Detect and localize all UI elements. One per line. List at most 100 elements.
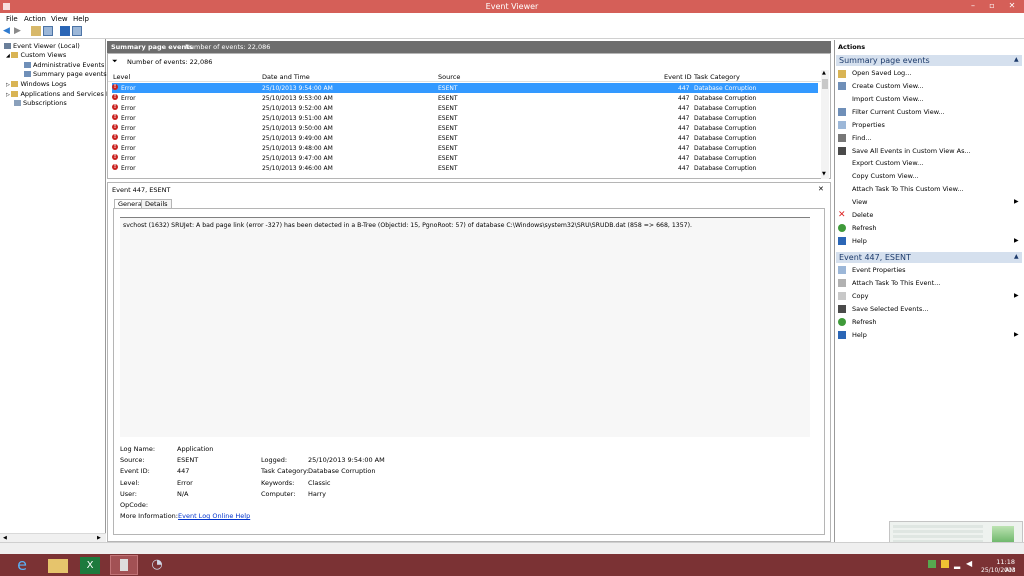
log-name-label: Log Name: [120,445,156,453]
table-row[interactable]: ! Error 25/10/2013 9:48:00 AM ESENT 447 … [112,143,818,153]
column-header-source[interactable]: Source [438,73,460,81]
close-button[interactable]: ✕ [1003,0,1021,13]
tree-item-subscriptions[interactable]: Subscriptions [14,99,67,107]
tree-item-admin-events[interactable]: Administrative Events [24,61,104,69]
keywords-label: Keywords: [261,479,295,487]
forward-arrow-icon[interactable]: ▶ [14,26,24,36]
menu-view[interactable]: View [51,15,68,23]
attach-task-icon [838,279,846,287]
column-header-category[interactable]: Task Category [694,73,740,81]
event-log-help-link[interactable]: Event Log Online Help [178,512,250,520]
detail-header: Event 447, ESENT ✕ [109,184,829,194]
detail-close-icon[interactable]: ✕ [818,185,824,193]
console-tree-icon[interactable] [43,26,53,36]
tree-item-windows-logs[interactable]: ▷ Windows Logs [6,80,67,88]
action-help[interactable]: Help [852,237,867,245]
filter-count: Number of events: 22,086 [127,58,213,66]
collapse-icon[interactable]: ▲ [1014,253,1019,260]
file-explorer-icon[interactable] [48,559,68,573]
network-icon[interactable]: ▂ [954,560,960,569]
action-filter-current-view[interactable]: Filter Current Custom View... [852,108,945,116]
table-row[interactable]: ! Error 25/10/2013 9:51:00 AM ESENT 447 … [112,113,818,123]
tree-item-summary[interactable]: Summary page events [24,70,107,78]
scroll-down-icon[interactable]: ▼ [822,171,826,177]
table-row[interactable]: ! Error 25/10/2013 9:53:00 AM ESENT 447 … [112,93,818,103]
action-help-event[interactable]: Help [852,331,867,339]
clock-date[interactable]: 25/10/2013 [981,567,1016,574]
filter-icon [24,71,31,77]
scroll-left-icon[interactable]: ◀ [3,535,7,541]
minimize-button[interactable]: – [965,0,981,13]
error-icon: ! [112,94,118,100]
tree-item-custom-views[interactable]: ◢ Custom Views [6,51,66,59]
action-refresh-event[interactable]: Refresh [852,318,877,326]
tree-horizontal-scrollbar[interactable]: ◀ ▶ [0,533,106,542]
folder-icon [11,52,19,58]
back-arrow-icon[interactable]: ◀ [3,26,13,36]
scroll-up-icon[interactable]: ▲ [822,70,826,76]
volume-icon[interactable]: ◀ [966,559,972,568]
action-attach-task-view[interactable]: Attach Task To This Custom View... [852,185,964,193]
table-row[interactable]: ! Error 25/10/2013 9:49:00 AM ESENT 447 … [112,133,818,143]
tree-item-apps-services[interactable]: ▷ Applications and Services Lo [6,90,113,98]
action-open-saved-log[interactable]: Open Saved Log... [852,69,911,77]
column-header-event-id[interactable]: Event ID [664,73,692,81]
action-attach-task-event[interactable]: Attach Task To This Event... [852,279,940,287]
actions-section-summary[interactable]: Summary page events ▲ [836,55,1022,66]
table-row[interactable]: ! Error 25/10/2013 9:50:00 AM ESENT 447 … [112,123,818,133]
event-message: svchost (1632) SRUJet: A bad page link (… [123,222,692,229]
column-header-row: Level Date and Time Source Event ID Task… [108,70,821,82]
action-view[interactable]: View [852,198,867,206]
table-row[interactable]: ! Error 25/10/2013 9:47:00 AM ESENT 447 … [112,153,818,163]
event-message-box[interactable]: svchost (1632) SRUJet: A bad page link (… [120,217,810,437]
source-value: ESENT [177,456,199,464]
maximize-button[interactable]: ▫ [984,0,1000,13]
computer-value: Harry [308,490,326,498]
action-pane-icon[interactable] [72,26,82,36]
keywords-value: Classic [308,479,331,487]
menu-help[interactable]: Help [73,15,89,23]
column-header-level[interactable]: Level [113,73,130,81]
logged-value: 25/10/2013 9:54:00 AM [308,456,385,464]
folder-icon[interactable] [31,26,41,36]
table-row[interactable]: ! Error 25/10/2013 9:46:00 AM ESENT 447 … [112,163,818,173]
detail-title: Event 447, ESENT [112,186,171,194]
action-copy-custom-view[interactable]: Copy Custom View... [852,172,919,180]
tree-item-root[interactable]: Event Viewer (Local) [4,42,80,50]
event-viewer-taskbar-button[interactable] [110,555,138,575]
refresh-icon [838,318,846,326]
action-import-custom-view[interactable]: Import Custom View... [852,95,924,103]
action-create-custom-view[interactable]: Create Custom View... [852,82,924,90]
tray-icon[interactable] [928,560,936,568]
internet-explorer-icon[interactable]: e [10,555,34,575]
tray-icon[interactable] [941,560,949,568]
help-icon[interactable] [60,26,70,36]
actions-title: Actions [838,43,866,51]
user-value: N/A [177,490,189,498]
action-properties[interactable]: Properties [852,121,885,129]
error-icon: ! [112,104,118,110]
column-header-date[interactable]: Date and Time [262,73,310,81]
delete-icon: ✕ [838,210,846,220]
event-list-scrollbar[interactable]: ▲ ▼ [821,70,829,179]
action-refresh[interactable]: Refresh [852,224,877,232]
action-event-properties[interactable]: Event Properties [852,266,906,274]
menu-file[interactable]: File [6,15,18,23]
app-icon[interactable]: ◔ [146,555,168,575]
menu-action[interactable]: Action [24,15,46,23]
actions-section-event[interactable]: Event 447, ESENT ▲ [836,252,1022,263]
action-delete[interactable]: Delete [852,211,873,219]
action-find[interactable]: Find... [852,134,872,142]
scroll-thumb[interactable] [822,79,828,89]
table-row[interactable]: ! Error 25/10/2013 9:54:00 AM ESENT 447 … [112,83,818,93]
action-export-custom-view[interactable]: Export Custom View... [852,159,923,167]
scroll-right-icon[interactable]: ▶ [97,535,101,541]
table-row[interactable]: ! Error 25/10/2013 9:52:00 AM ESENT 447 … [112,103,818,113]
action-save-all-events[interactable]: Save All Events in Custom View As... [852,147,971,155]
action-copy[interactable]: Copy [852,292,869,300]
filter-icon: ⏷ [112,57,118,65]
collapse-icon[interactable]: ▲ [1014,56,1019,63]
excel-icon[interactable]: X [80,557,100,574]
computer-label: Computer: [261,490,296,498]
action-save-selected-events[interactable]: Save Selected Events... [852,305,928,313]
